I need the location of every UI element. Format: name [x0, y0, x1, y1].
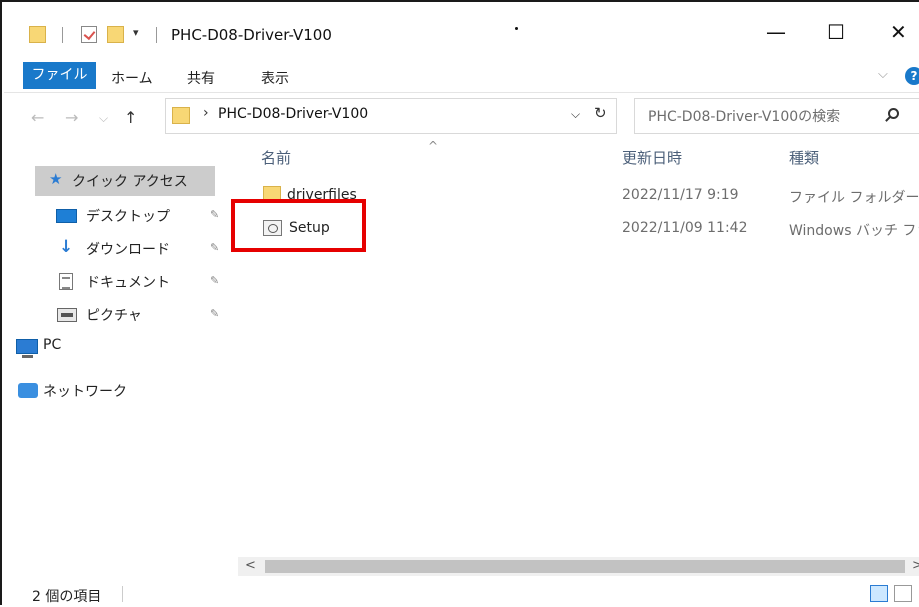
column-header-type[interactable]: 種類: [789, 147, 819, 168]
nav-item-label: ネットワーク: [43, 384, 127, 400]
ribbon-expand-icon[interactable]: ⌵: [878, 67, 888, 82]
new-folder-icon[interactable]: [107, 26, 124, 43]
address-dropdown-icon[interactable]: ⌵: [571, 107, 580, 122]
maximize-button[interactable]: ☐: [827, 20, 845, 44]
status-bar: 2 個の項目: [4, 580, 919, 607]
horizontal-scrollbar[interactable]: < >: [238, 557, 919, 576]
address-path[interactable]: PHC-D08-Driver-V100: [218, 106, 368, 122]
folder-icon: [172, 107, 190, 124]
tab-share[interactable]: 共有: [187, 68, 215, 88]
file-type: ファイル フォルダー: [789, 190, 919, 206]
column-header-modified[interactable]: 更新日時: [622, 147, 682, 168]
back-icon[interactable]: ←: [31, 108, 44, 127]
chevron-right-icon[interactable]: ›: [203, 105, 209, 121]
pin-icon[interactable]: ✎: [210, 208, 219, 221]
file-type: Windows バッチ ファ: [789, 223, 919, 239]
separator: [62, 27, 63, 43]
help-icon[interactable]: ?: [905, 67, 919, 85]
refresh-icon[interactable]: ↻: [594, 104, 607, 122]
nav-item-pc[interactable]: PC: [4, 332, 237, 362]
item-count: 2 個の項目: [32, 589, 102, 605]
scroll-right-icon[interactable]: >: [912, 558, 919, 573]
window-title: PHC-D08-Driver-V100: [171, 26, 332, 44]
nav-item-desktop[interactable]: デスクトップ ✎: [4, 201, 237, 231]
nav-item-label: PC: [43, 337, 62, 353]
star-icon: ★: [49, 170, 63, 188]
explorer-window: ▾ PHC-D08-Driver-V100 — ☐ ✕ ファイル ホーム 共有 …: [0, 0, 919, 607]
scrollbar-thumb[interactable]: [265, 560, 905, 573]
download-arrow-icon: ↓: [59, 237, 74, 257]
folder-icon: [29, 26, 46, 43]
close-button[interactable]: ✕: [890, 20, 907, 44]
search-placeholder: PHC-D08-Driver-V100の検索: [648, 109, 841, 125]
nav-item-network[interactable]: ネットワーク: [4, 376, 237, 406]
quick-access-dropdown-icon[interactable]: ▾: [133, 26, 139, 39]
ribbon-tabs: ファイル ホーム 共有 表示 ⌵ ?: [4, 58, 919, 93]
separator: [122, 586, 123, 602]
column-header-name[interactable]: 名前: [261, 147, 291, 168]
pin-icon[interactable]: ✎: [210, 241, 219, 254]
highlight-box: [231, 199, 366, 252]
nav-item-downloads[interactable]: ↓ ダウンロード ✎: [4, 234, 237, 264]
up-icon[interactable]: ↑: [124, 108, 137, 127]
nav-item-quick-access[interactable]: ★ クイック アクセス: [35, 166, 215, 196]
details-view-icon[interactable]: [870, 585, 888, 602]
nav-item-label: ダウンロード: [86, 242, 170, 258]
large-icons-view-icon[interactable]: [894, 585, 912, 602]
properties-check-icon[interactable]: [81, 26, 97, 43]
nav-item-label: クイック アクセス: [72, 174, 188, 190]
forward-icon[interactable]: →: [65, 108, 78, 127]
minimize-button[interactable]: —: [766, 20, 786, 44]
search-icon[interactable]: [888, 108, 899, 119]
pin-icon[interactable]: ✎: [210, 274, 219, 287]
nav-item-pictures[interactable]: ピクチャ ✎: [4, 300, 237, 330]
desktop-icon: [56, 209, 77, 223]
nav-item-label: ドキュメント: [86, 275, 170, 291]
tab-file[interactable]: ファイル: [23, 62, 96, 89]
cursor-dot: [515, 27, 518, 30]
tab-home[interactable]: ホーム: [111, 68, 153, 88]
file-modified: 2022/11/09 11:42: [622, 220, 748, 236]
pc-monitor-icon: [16, 339, 38, 358]
nav-item-documents[interactable]: ドキュメント ✎: [4, 267, 237, 297]
title-bar: ▾ PHC-D08-Driver-V100 — ☐ ✕: [4, 4, 919, 58]
tab-view[interactable]: 表示: [261, 68, 289, 88]
address-row: ← → ⌵ ↑ › PHC-D08-Driver-V100 ⌵ ↻ PHC-D0…: [4, 93, 919, 139]
sort-ascending-icon: ^: [428, 139, 439, 153]
nav-item-label: ピクチャ: [86, 308, 142, 324]
recent-locations-icon[interactable]: ⌵: [99, 111, 108, 126]
file-modified: 2022/11/17 9:19: [622, 187, 739, 203]
navigation-pane: ★ クイック アクセス デスクトップ ✎ ↓ ダウンロード ✎ ドキュメント ✎…: [4, 139, 237, 559]
scroll-left-icon[interactable]: <: [245, 558, 256, 573]
pin-icon[interactable]: ✎: [210, 307, 219, 320]
network-icon: [18, 383, 38, 398]
document-icon: [59, 273, 73, 290]
nav-item-label: デスクトップ: [86, 209, 170, 225]
picture-icon: [57, 308, 77, 322]
search-input[interactable]: PHC-D08-Driver-V100の検索: [634, 98, 919, 134]
address-bar[interactable]: › PHC-D08-Driver-V100 ⌵ ↻: [165, 98, 617, 134]
separator: [156, 27, 157, 43]
